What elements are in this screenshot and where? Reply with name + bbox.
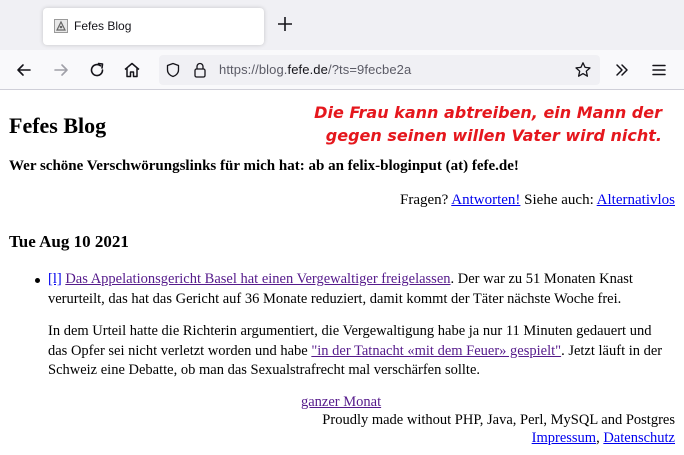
star-icon[interactable] [574, 61, 592, 79]
page-title: Fefes Blog [9, 113, 107, 138]
links-middle: Siehe auch: [524, 192, 594, 208]
tab-title: Fefes Blog [74, 19, 132, 33]
footer-links: Impressum, Datenschutz [532, 430, 675, 447]
url-bar[interactable]: https://blog.fefe.de/?ts=9fecbe2a [159, 55, 600, 85]
headline-link[interactable]: Das Appelationsgericht Basel hat einen V… [65, 271, 450, 287]
overlay-caption: Die Frau kann abtreiben, ein Mann der ge… [314, 103, 662, 145]
url-path: /?ts=9fecbe2a [327, 62, 412, 77]
hamburger-menu-icon[interactable] [649, 60, 669, 80]
tab-fefes-blog[interactable]: Fefes Blog [43, 8, 264, 45]
permalink-link[interactable]: [l] [48, 271, 62, 287]
arrow-left-icon[interactable] [14, 60, 34, 80]
arrow-right-icon[interactable] [51, 60, 71, 80]
quote-link[interactable]: "in der Tatnacht «mit dem Feuer» gespiel… [311, 343, 561, 359]
impressum-link[interactable]: Impressum [532, 430, 596, 446]
header-links: Fragen? Antworten! Siehe auch: Alternati… [400, 192, 675, 209]
date-heading: Tue Aug 10 2021 [9, 232, 129, 251]
post-paragraph-2: In dem Urteil hatte die Richterin argume… [48, 322, 674, 381]
list-bullet [35, 278, 40, 283]
fefe-favicon-icon [54, 19, 68, 33]
page-content: Fefes Blog Die Frau kann abtreiben, ein … [0, 91, 684, 455]
tagline: Wer schöne Verschwörungslinks für mich h… [9, 158, 519, 174]
shield-icon[interactable] [165, 62, 181, 78]
post-paragraph-1: [l] Das Appelationsgericht Basel hat ein… [48, 270, 674, 309]
url-text[interactable]: https://blog.fefe.de/?ts=9fecbe2a [219, 62, 411, 77]
url-host: fefe.de [287, 62, 328, 77]
footer-made-with: Proudly made without PHP, Java, Perl, My… [322, 412, 675, 428]
answers-link[interactable]: Antworten! [451, 192, 520, 208]
url-prefix: https://blog. [219, 62, 288, 77]
datenschutz-link[interactable]: Datenschutz [603, 430, 675, 446]
lock-icon[interactable] [192, 61, 208, 79]
home-icon[interactable] [122, 60, 142, 80]
blog-post: [l] Das Appelationsgericht Basel hat ein… [35, 270, 674, 381]
alternativlos-link[interactable]: Alternativlos [597, 192, 675, 208]
chevron-double-right-icon[interactable] [612, 60, 632, 80]
reload-icon[interactable] [87, 60, 107, 80]
tab-strip: Fefes Blog [0, 0, 684, 50]
navigation-toolbar: https://blog.fefe.de/?ts=9fecbe2a [0, 50, 684, 90]
whole-month-link[interactable]: ganzer Monat [301, 394, 381, 411]
links-prefix: Fragen? [400, 192, 449, 208]
plus-icon[interactable] [275, 14, 295, 34]
